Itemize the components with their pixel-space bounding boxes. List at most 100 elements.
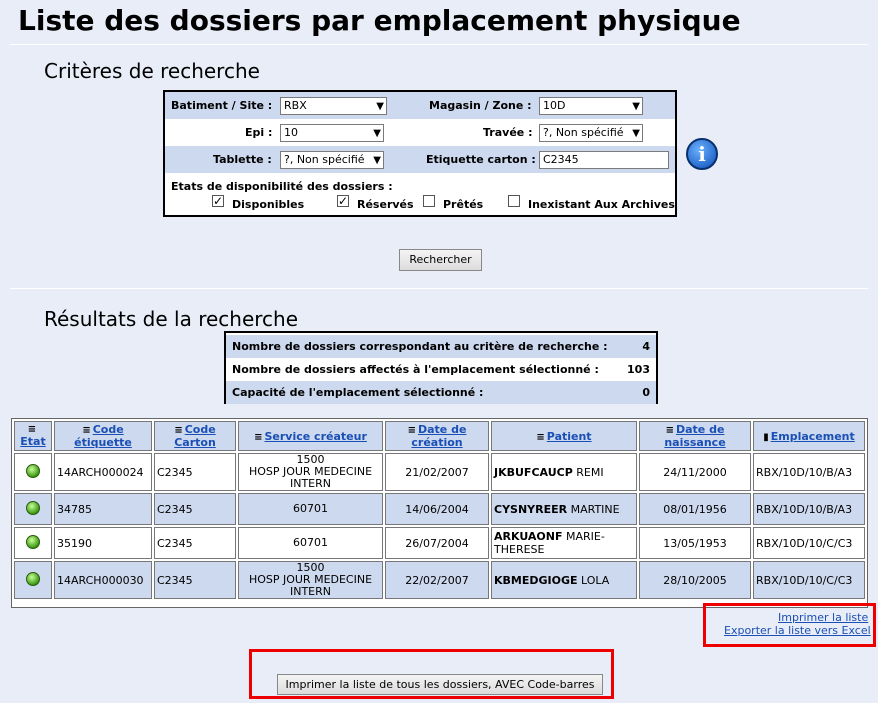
col-header-etat[interactable]: ≡ Etat: [14, 421, 52, 451]
checkbox-reserves[interactable]: ✓: [337, 195, 349, 207]
status-cell: [14, 561, 52, 599]
summary-label: Nombre de dossiers affectés à l'emplacem…: [232, 363, 599, 376]
table-row[interactable]: 34785 C2345 60701 14/06/2004 CYSNYREER MARTI…: [14, 493, 865, 525]
print-list-link[interactable]: Imprimer la liste: [778, 611, 868, 624]
col-header-date-naissance[interactable]: ≡ Date de naissance: [639, 421, 751, 451]
summary-row: Nombre de dossiers correspondant au crit…: [226, 335, 656, 358]
chevron-down-icon: ▼: [632, 128, 640, 139]
service-name: HOSP JOUR MEDECINE INTERN: [248, 573, 373, 598]
status-green-icon: [26, 571, 40, 586]
tablette-select[interactable]: ?, Non spécifié ▼: [280, 151, 384, 169]
divider: [10, 44, 868, 45]
summary-label: Capacité de l'emplacement sélectionné :: [232, 386, 484, 399]
patient-cell: ARKUAONF MARIE-THERESE: [491, 527, 637, 559]
emplacement-cell: RBX/10D/10/C/C3: [753, 561, 865, 599]
sort-icon: ▮: [763, 431, 769, 443]
code-carton-cell: C2345: [154, 527, 236, 559]
tablette-label: Tablette :: [213, 153, 272, 166]
patient-nom: KBMEDGIOGE: [494, 573, 578, 587]
batiment-label: Batiment / Site :: [171, 99, 273, 112]
service-cell: 60701: [238, 527, 383, 559]
criteria-row-batiment: Batiment / Site : RBX ▼ Magasin / Zone : …: [165, 92, 675, 119]
criteria-row-etats: Etats de disponibilité des dossiers : ✓ …: [165, 173, 675, 215]
criteria-section-title: Critères de recherche: [44, 59, 260, 83]
chevron-down-icon: ▼: [376, 101, 384, 112]
epi-label: Epi :: [245, 126, 273, 139]
table-row[interactable]: 14ARCH000024 C2345 1500 HOSP JOUR MEDECINE …: [14, 453, 865, 491]
emplacement-cell: RBX/10D/10/B/A3: [753, 453, 865, 491]
summary-row: Capacité de l'emplacement sélectionné : …: [226, 381, 656, 404]
emplacement-cell: RBX/10D/10/C/C3: [753, 527, 865, 559]
summary-value: 103: [627, 363, 650, 376]
date-creation-cell: 26/07/2004: [385, 527, 489, 559]
etiquette-input[interactable]: C2345: [539, 151, 669, 169]
etats-label: Etats de disponibilité des dossiers :: [171, 180, 393, 193]
magasin-select[interactable]: 10D ▼: [539, 97, 643, 115]
export-excel-link[interactable]: Exporter la liste vers Excel: [724, 624, 871, 637]
code-carton-cell: C2345: [154, 493, 236, 525]
service-cell: 1500 HOSP JOUR MEDECINE INTERN: [238, 561, 383, 599]
summary-row: Nombre de dossiers affectés à l'emplacem…: [226, 358, 656, 381]
summary-panel: Nombre de dossiers correspondant au crit…: [224, 331, 658, 404]
etiquette-label: Etiquette carton :: [426, 153, 536, 166]
checkbox-inexistant[interactable]: [508, 195, 520, 207]
col-header-code-carton[interactable]: ≡ Code Carton: [154, 421, 236, 451]
col-header-code-etiquette[interactable]: ≡ Code étiquette: [54, 421, 152, 451]
code-etiquette-cell: 35190: [54, 527, 152, 559]
status-cell: [14, 493, 52, 525]
patient-nom: ARKUAONF: [494, 530, 563, 543]
results-table-container: ≡ Etat ≡ Code étiquette ≡ Code Carton ≡ Serv…: [11, 418, 868, 608]
table-row[interactable]: 35190 C2345 60701 26/07/2004 ARKUAONF MARIE-…: [14, 527, 865, 559]
sort-icon: ≡: [665, 425, 674, 436]
sort-icon: ≡: [174, 425, 183, 436]
print-barcode-button[interactable]: Imprimer la liste de tous les dossiers, …: [277, 674, 603, 695]
checkbox-disponibles[interactable]: ✓: [212, 195, 224, 207]
col-header-service[interactable]: ≡ Service créateur: [238, 421, 383, 451]
summary-value: 0: [642, 386, 650, 399]
service-code: 60701: [293, 502, 328, 515]
epi-select[interactable]: 10 ▼: [280, 124, 384, 142]
service-name: HOSP JOUR MEDECINE INTERN: [248, 465, 373, 490]
batiment-select[interactable]: RBX ▼: [280, 97, 387, 115]
date-creation-cell: 22/02/2007: [385, 561, 489, 599]
checkbox-label-disponibles: Disponibles: [232, 198, 305, 211]
col-header-patient[interactable]: ≡ Patient: [491, 421, 637, 451]
patient-nom: JKBUFCAUCP: [494, 465, 573, 479]
col-header-emplacement[interactable]: ▮ Emplacement: [753, 421, 865, 451]
criteria-row-epi: Epi : 10 ▼ Travée : ?, Non spécifié ▼: [165, 119, 675, 146]
chevron-down-icon: ▼: [632, 101, 640, 112]
patient-prenom: REMI: [576, 465, 604, 479]
sort-icon: ≡: [27, 424, 37, 435]
checkbox-label-inexistant: Inexistant Aux Archives: [528, 198, 675, 211]
date-creation-cell: 14/06/2004: [385, 493, 489, 525]
date-naissance-cell: 28/10/2005: [639, 561, 751, 599]
criteria-panel: Batiment / Site : RBX ▼ Magasin / Zone : …: [163, 90, 677, 217]
status-green-icon: [26, 500, 40, 515]
travee-label: Travée :: [483, 126, 533, 139]
table-row[interactable]: 14ARCH000030 C2345 1500 HOSP JOUR MEDECINE …: [14, 561, 865, 599]
service-cell: 1500 HOSP JOUR MEDECINE INTERN: [238, 453, 383, 491]
code-etiquette-cell: 14ARCH000024: [54, 453, 152, 491]
code-etiquette-cell: 34785: [54, 493, 152, 525]
col-header-date-creation[interactable]: ≡ Date de création: [385, 421, 489, 451]
status-green-icon: [26, 463, 40, 478]
search-button[interactable]: Rechercher: [399, 249, 482, 271]
checkbox-label-reserves: Réservés: [357, 198, 414, 211]
date-naissance-cell: 13/05/1953: [639, 527, 751, 559]
service-code: 60701: [293, 536, 328, 549]
travee-select[interactable]: ?, Non spécifié ▼: [539, 124, 643, 142]
info-icon[interactable]: i: [686, 138, 718, 170]
patient-cell: JKBUFCAUCP REMI: [491, 453, 637, 491]
results-section-title: Résultats de la recherche: [44, 307, 299, 331]
sort-icon: ≡: [254, 431, 263, 443]
sort-icon: ≡: [407, 425, 416, 436]
checkbox-pretes[interactable]: [423, 195, 435, 207]
code-carton-cell: C2345: [154, 561, 236, 599]
sort-icon: ≡: [82, 425, 91, 436]
status-cell: [14, 527, 52, 559]
code-etiquette-cell: 14ARCH000030: [54, 561, 152, 599]
date-creation-cell: 21/02/2007: [385, 453, 489, 491]
status-green-icon: [26, 534, 40, 549]
summary-value: 4: [642, 340, 650, 353]
date-naissance-cell: 08/01/1956: [639, 493, 751, 525]
